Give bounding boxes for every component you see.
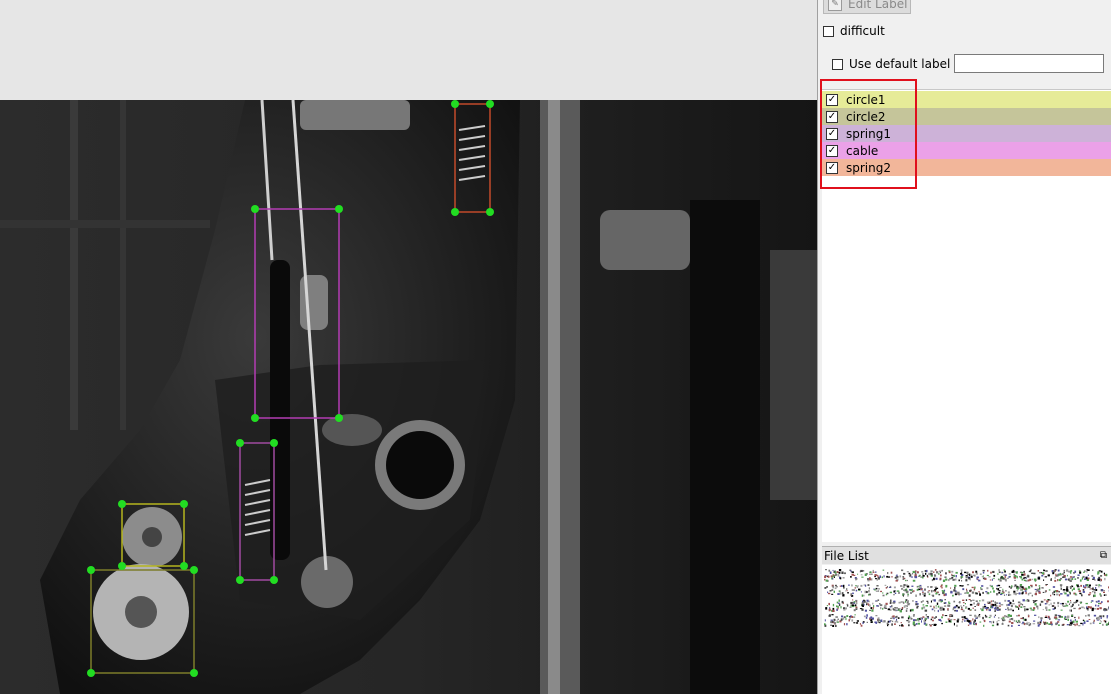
highlight-box: [820, 79, 917, 189]
file-list[interactable]: [822, 565, 1111, 694]
use-default-label-option[interactable]: Use default label: [832, 57, 950, 71]
restore-icon[interactable]: ⧉: [1100, 550, 1107, 561]
file-list-header: File List ⧉: [822, 546, 1111, 564]
use-default-label-checkbox[interactable]: [832, 58, 843, 70]
edit-pencil-icon: ✎: [828, 0, 842, 11]
file-list-entries-garbled: [824, 569, 1109, 627]
file-list-title: File List: [824, 548, 869, 563]
annotated-photo[interactable]: [0, 100, 817, 694]
difficult-label: difficult: [840, 24, 885, 38]
use-default-label-text: Use default label: [849, 57, 951, 71]
image-canvas[interactable]: [0, 100, 817, 694]
edit-label-text: Edit Label: [848, 0, 908, 11]
difficult-option[interactable]: difficult: [823, 24, 885, 38]
canvas-area[interactable]: [0, 0, 817, 694]
difficult-checkbox[interactable]: [823, 25, 834, 37]
default-label-input[interactable]: [954, 54, 1104, 73]
edit-label-button[interactable]: ✎ Edit Label: [823, 0, 911, 14]
